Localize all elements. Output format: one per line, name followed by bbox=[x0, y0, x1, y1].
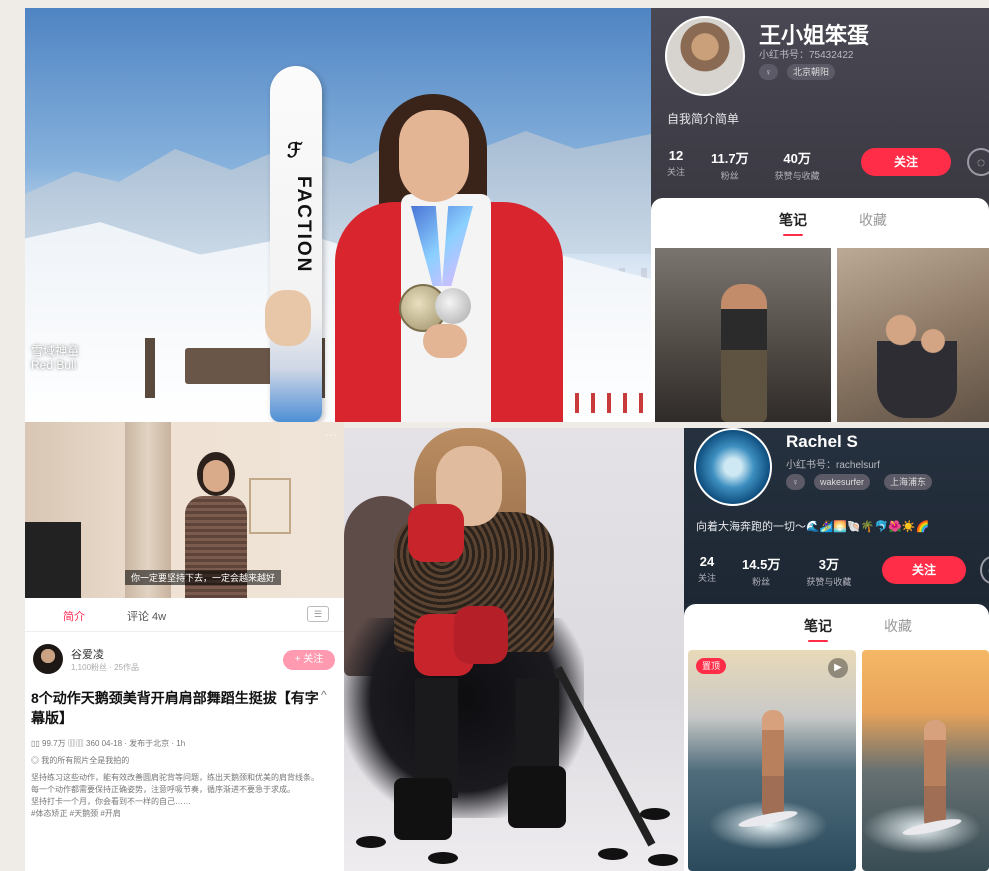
note-thumbnail[interactable]: 置顶 ▶ bbox=[688, 650, 856, 871]
stat-following[interactable]: 12 关注 bbox=[667, 148, 685, 182]
notes-card: 笔记 收藏 bbox=[651, 198, 989, 422]
stat-following[interactable]: 24 关注 bbox=[698, 554, 716, 588]
profile-id: 小红书号：rachelsurf bbox=[786, 460, 880, 471]
hockey-puck bbox=[598, 848, 628, 860]
chat-icon[interactable]: ◌ bbox=[967, 148, 989, 176]
note-thumbnail[interactable] bbox=[655, 248, 831, 422]
list-icon[interactable]: ☰ bbox=[307, 606, 329, 622]
ski-logo: ℱ bbox=[287, 140, 303, 162]
note-body-line: #体态矫正 #天鹅颈 #开肩 bbox=[31, 809, 121, 818]
profile-tabs: 笔记 收藏 bbox=[779, 210, 887, 236]
video-subtitle: 你一定要坚持下去，一定会越来越好 bbox=[125, 570, 282, 585]
stat-value: 3万 bbox=[818, 557, 839, 572]
location-tag: 上海浦东 bbox=[884, 474, 933, 490]
profile-tabs: 笔记 收藏 bbox=[804, 616, 912, 642]
profession-tag: wakesurfer bbox=[814, 474, 871, 490]
ice-skate bbox=[508, 766, 566, 828]
follow-button[interactable]: + 关注 bbox=[283, 650, 335, 670]
stat-label: 粉丝 bbox=[720, 171, 739, 181]
more-icon[interactable]: ⋯ bbox=[325, 428, 337, 442]
hockey-glove bbox=[408, 504, 464, 562]
follow-button[interactable]: 关注 bbox=[861, 148, 951, 176]
ski-champion-photo: ℱ FACTION 雪域神童 Red Bull bbox=[25, 8, 651, 422]
tab-intro[interactable]: 简介 bbox=[63, 608, 85, 624]
photo-watermark: 雪域神童 Red Bull bbox=[31, 344, 79, 372]
hockey-puck bbox=[648, 854, 678, 866]
watermark-line-1: 雪域神童 bbox=[31, 344, 80, 358]
stat-label: 粉丝 bbox=[752, 577, 771, 587]
profile-screen-2: Rachel S 小红书号：rachelsurf ♀ wakesurfer 上海… bbox=[684, 428, 989, 871]
gender-tag: ♀ bbox=[786, 474, 805, 490]
stat-followers[interactable]: 11.7万 粉丝 bbox=[711, 148, 749, 182]
stat-likes[interactable]: 3万 获赞与收藏 bbox=[806, 554, 851, 588]
author-name[interactable]: 谷爱凌 bbox=[71, 646, 104, 662]
stat-label: 关注 bbox=[698, 573, 717, 583]
hockey-puck bbox=[356, 836, 386, 848]
stat-value: 40万 bbox=[783, 151, 811, 166]
stat-value: 11.7万 bbox=[711, 151, 749, 166]
pinned-badge: 置顶 bbox=[696, 658, 726, 674]
profile-stats: 24 关注 14.5万 粉丝 3万 获赞与收藏 bbox=[698, 554, 851, 588]
stat-label: 关注 bbox=[667, 167, 686, 177]
watermark-line-2: Red Bull bbox=[31, 358, 77, 372]
tv-set bbox=[25, 522, 81, 598]
note-thumbnail[interactable] bbox=[837, 248, 989, 422]
note-tabs: 简介 评论 4w ☰ bbox=[25, 598, 344, 632]
profile-header: 王小姐笨蛋 小红书号：75432422 ♀ 北京朝阳 自我简介简单 12 关注 … bbox=[651, 8, 989, 204]
chat-icon[interactable]: ◌ bbox=[980, 556, 989, 584]
note-tagline: ◎ 我的所有照片全是我拍的 bbox=[31, 756, 130, 765]
tab-notes[interactable]: 笔记 bbox=[779, 210, 807, 236]
collapse-icon[interactable]: ^ bbox=[321, 688, 327, 702]
hockey-puck bbox=[428, 852, 458, 864]
tab-notes[interactable]: 笔记 bbox=[804, 616, 832, 642]
author-meta: 1,100粉丝 · 25作品 bbox=[71, 663, 140, 672]
tab-collections[interactable]: 收藏 bbox=[884, 616, 912, 636]
profile-id: 小红书号：75432422 bbox=[759, 50, 854, 61]
profile-screen-1: 王小姐笨蛋 小红书号：75432422 ♀ 北京朝阳 自我简介简单 12 关注 … bbox=[651, 8, 989, 422]
tab-comments[interactable]: 评论 4w bbox=[127, 608, 166, 624]
hockey-glove bbox=[454, 606, 508, 664]
tab-collections[interactable]: 收藏 bbox=[859, 210, 887, 230]
follow-button[interactable]: 关注 bbox=[882, 556, 966, 584]
wall-frame bbox=[249, 478, 291, 534]
profile-header: Rachel S 小红书号：rachelsurf ♀ wakesurfer 上海… bbox=[684, 428, 989, 603]
stat-label: 获赞与收藏 bbox=[806, 577, 852, 587]
stat-followers[interactable]: 14.5万 粉丝 bbox=[742, 554, 780, 588]
author-avatar[interactable] bbox=[33, 644, 63, 674]
note-body-line: 每一个动作都需要保持正确姿势，注意呼吸节奏，循序渐进不要急于求成。 bbox=[31, 785, 295, 794]
athlete-with-medal bbox=[265, 94, 565, 422]
note-title: 8个动作天鹅颈美背开肩肩部舞蹈生挺拔【有字幕版】 bbox=[31, 690, 319, 726]
stat-likes[interactable]: 40万 获赞与收藏 bbox=[775, 148, 820, 182]
hockey-girl-photo bbox=[344, 428, 684, 871]
ice-skate bbox=[394, 778, 452, 840]
ski-brand-text: FACTION bbox=[293, 176, 314, 274]
profile-bio: 向着大海奔跑的一切～🌊🏄‍♀️🌅🐚🌴🐬🌺☀️🌈 bbox=[696, 521, 930, 533]
stat-value: 14.5万 bbox=[742, 557, 781, 572]
hockey-puck bbox=[640, 808, 670, 820]
profile-stats: 12 关注 11.7万 粉丝 40万 获赞与收藏 bbox=[667, 148, 820, 182]
notes-card: 笔记 收藏 置顶 ▶ bbox=[684, 604, 989, 871]
note-body-line: 坚持练习这些动作，能有效改善圆肩驼背等问题，练出天鹅颈和优美的肩背线条。 bbox=[31, 773, 319, 782]
note-body-line: 坚持打卡一个月，你会看到不一样的自己…… bbox=[31, 797, 191, 806]
stat-label: 获赞与收藏 bbox=[774, 171, 820, 181]
video-player[interactable]: 你一定要坚持下去，一定会越来越好 ⋯ bbox=[25, 422, 344, 598]
stat-value: 24 bbox=[699, 554, 715, 569]
avatar[interactable] bbox=[665, 16, 745, 96]
profile-name: Rachel S bbox=[786, 432, 858, 451]
note-body: 坚持练习这些动作，能有效改善圆肩驼背等问题，练出天鹅颈和优美的肩背线条。 每一个… bbox=[31, 772, 337, 820]
ski: ℱ FACTION bbox=[270, 66, 322, 422]
location-tag: 北京朝阳 bbox=[787, 64, 836, 80]
play-icon: ▶ bbox=[828, 658, 848, 678]
profile-bio: 自我简介简单 bbox=[667, 112, 740, 126]
note-thumbnail[interactable] bbox=[862, 650, 989, 871]
silver-medal bbox=[435, 288, 471, 324]
avatar[interactable] bbox=[694, 428, 772, 506]
video-note-screen: 你一定要坚持下去，一定会越来越好 ⋯ 简介 评论 4w ☰ 谷爱凌 1,100粉… bbox=[25, 422, 344, 871]
note-stats: ▯▯ 99.7万 ▥▥ 360 04-18 · 发布于北京 · 1h bbox=[31, 739, 186, 748]
gender-tag: ♀ bbox=[759, 64, 778, 80]
stat-value: 12 bbox=[668, 148, 684, 163]
